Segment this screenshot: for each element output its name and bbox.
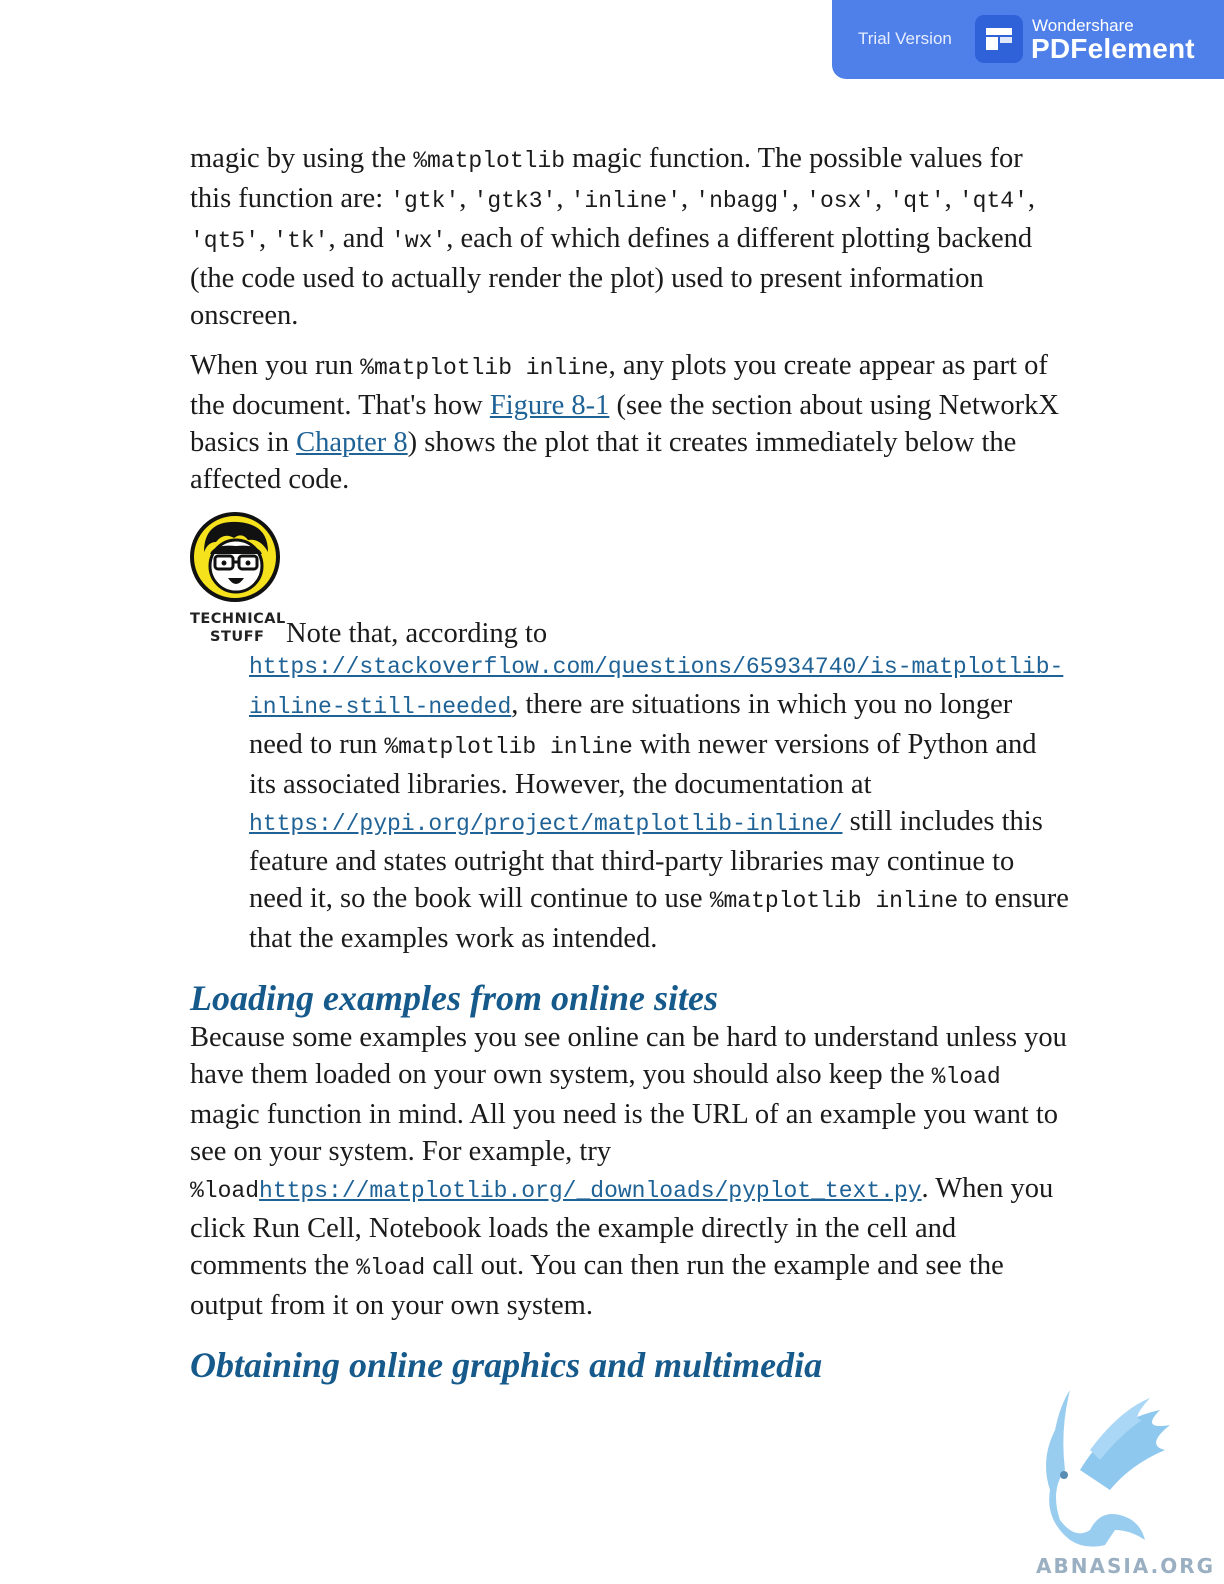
text: , bbox=[875, 183, 890, 214]
technical-stuff-icon: TECHNICAL STUFF bbox=[190, 512, 286, 646]
code-inline: 'wx' bbox=[391, 228, 447, 254]
code-inline: 'qt4' bbox=[958, 188, 1028, 214]
text: , bbox=[1027, 183, 1036, 214]
link-text: https://pypi.org/project/matplotlib-inli… bbox=[249, 811, 843, 837]
code-inline: %load bbox=[931, 1064, 1001, 1090]
trial-banner: Trial Version Wondershare PDFelement bbox=[832, 0, 1224, 79]
link-text: https://matplotlib.org/_downloads/pyplot… bbox=[259, 1178, 922, 1204]
watermark-text: ABNASIA.ORG bbox=[1036, 1554, 1216, 1578]
code-inline: %load bbox=[190, 1178, 260, 1204]
section-heading-loading-examples: Loading examples from online sites bbox=[190, 978, 719, 1018]
brand-product: PDFelement bbox=[1031, 33, 1195, 64]
pypi-link[interactable]: https://pypi.org/project/matplotlib-inli… bbox=[249, 806, 843, 837]
technical-stuff-note: TECHNICAL STUFF Note that, according to … bbox=[190, 512, 1070, 957]
text: When you run bbox=[190, 350, 361, 381]
text: , bbox=[556, 183, 571, 214]
paragraph-load: Because some examples you see online can… bbox=[190, 1019, 1070, 1324]
pdfelement-logo-icon bbox=[975, 15, 1023, 63]
text: , bbox=[681, 183, 696, 214]
section-heading-graphics: Obtaining online graphics and multimedia bbox=[190, 1345, 823, 1385]
code-inline: 'qt5' bbox=[190, 228, 260, 254]
text: magic by using the bbox=[190, 143, 414, 174]
griffin-icon bbox=[1030, 1380, 1210, 1580]
code-inline: 'gtk3' bbox=[473, 188, 557, 214]
code-inline: %matplotlib inline bbox=[384, 734, 633, 760]
text: magic function in mind. All you need is … bbox=[190, 1099, 1059, 1167]
note-body: https://stackoverflow.com/questions/6593… bbox=[249, 646, 1069, 957]
paragraph-backends: magic by using the %matplotlib magic fun… bbox=[190, 140, 1070, 334]
text: , bbox=[944, 183, 959, 214]
code-inline: 'gtk' bbox=[390, 188, 460, 214]
code-inline: 'inline' bbox=[570, 188, 682, 214]
matplotlib-example-link[interactable]: https://matplotlib.org/_downloads/pyplot… bbox=[259, 1173, 922, 1204]
figure-link[interactable]: Figure 8-1 bbox=[490, 390, 610, 421]
code-inline: %load bbox=[356, 1255, 426, 1281]
code-inline: %matplotlib inline bbox=[709, 888, 959, 914]
text: , bbox=[259, 223, 274, 254]
code-inline: 'osx' bbox=[806, 188, 876, 214]
note-first-line: Note that, according to bbox=[286, 618, 548, 649]
code-inline: %matplotlib inline bbox=[360, 355, 609, 381]
code-inline: 'tk' bbox=[273, 228, 329, 254]
chapter-link[interactable]: Chapter 8 bbox=[296, 427, 408, 458]
paragraph-inline: When you run %matplotlib inline, any plo… bbox=[190, 347, 1070, 498]
code-inline: 'qt' bbox=[889, 188, 945, 214]
text: , bbox=[459, 183, 474, 214]
icon-label-technical: TECHNICAL bbox=[190, 611, 286, 627]
trial-version-label: Trial Version bbox=[858, 29, 952, 48]
text: , bbox=[791, 183, 807, 214]
code-inline: 'nbagg' bbox=[695, 188, 792, 214]
page-content: magic by using the %matplotlib magic fun… bbox=[190, 140, 1070, 1386]
icon-label-stuff: STUFF bbox=[210, 629, 265, 645]
code-inline: %matplotlib bbox=[413, 148, 566, 174]
text: , and bbox=[328, 223, 392, 254]
